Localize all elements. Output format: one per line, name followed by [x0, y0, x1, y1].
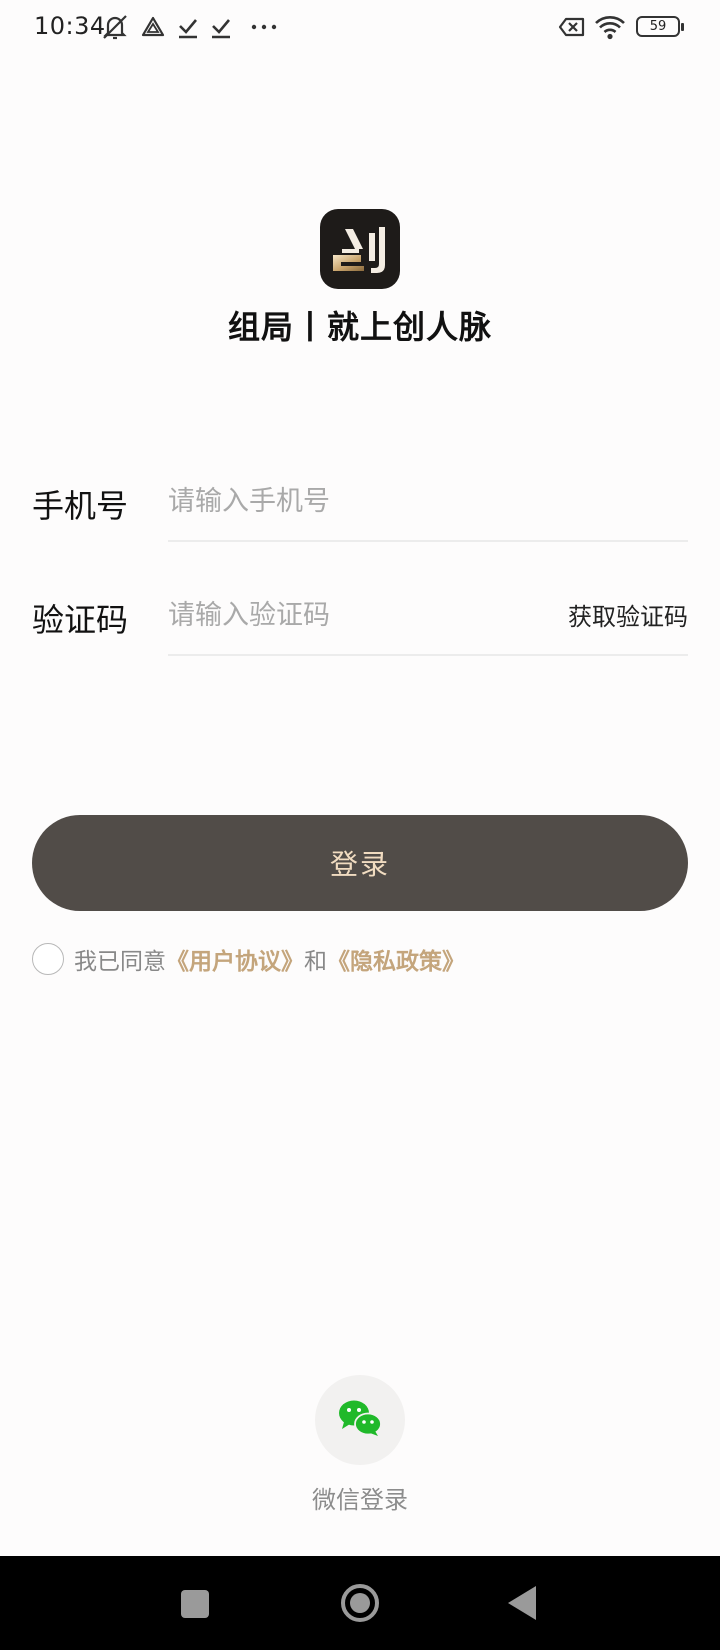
- no-sim-icon: [557, 12, 587, 42]
- recent-apps-icon[interactable]: [181, 1590, 209, 1618]
- wechat-login-button[interactable]: [315, 1375, 405, 1465]
- battery-icon: 59: [636, 16, 684, 37]
- check-icon: [209, 12, 233, 42]
- check-icon: [176, 12, 200, 42]
- phone-label: 手机号: [32, 487, 129, 525]
- navigation-bar: [0, 1556, 720, 1650]
- login-button[interactable]: 登录: [32, 815, 688, 911]
- get-code-button[interactable]: 获取验证码: [568, 597, 688, 632]
- status-time: 10:34: [34, 12, 106, 40]
- wechat-icon: [337, 1398, 383, 1442]
- more-dots-icon: [250, 12, 280, 42]
- app-logo-icon: [320, 209, 400, 289]
- phone-divider: [168, 540, 688, 542]
- home-icon[interactable]: [341, 1584, 379, 1622]
- privacy-policy-link[interactable]: 《隐私政策》: [327, 942, 465, 976]
- code-label: 验证码: [32, 601, 129, 639]
- back-icon[interactable]: [508, 1586, 536, 1620]
- agreement-conjunction: 和: [304, 949, 327, 975]
- battery-level: 59: [649, 19, 667, 34]
- status-bar: 10:34 59: [0, 0, 720, 54]
- user-agreement-link[interactable]: 《用户协议》: [166, 942, 304, 976]
- app-slogan: 组局丨就上创人脉: [227, 308, 492, 346]
- code-divider: [168, 654, 688, 656]
- wechat-login-label: 微信登录: [312, 1486, 408, 1514]
- wifi-icon: [594, 12, 626, 42]
- triangle-app-icon: [141, 12, 165, 42]
- agreement-checkbox[interactable]: [32, 943, 64, 975]
- agreement-row: 我已同意 《用户协议》 和 《隐私政策》: [32, 942, 465, 976]
- bell-off-icon: [100, 12, 130, 42]
- agreement-prefix: 我已同意: [74, 949, 166, 975]
- verification-code-input[interactable]: [168, 593, 508, 637]
- phone-input[interactable]: [168, 479, 668, 523]
